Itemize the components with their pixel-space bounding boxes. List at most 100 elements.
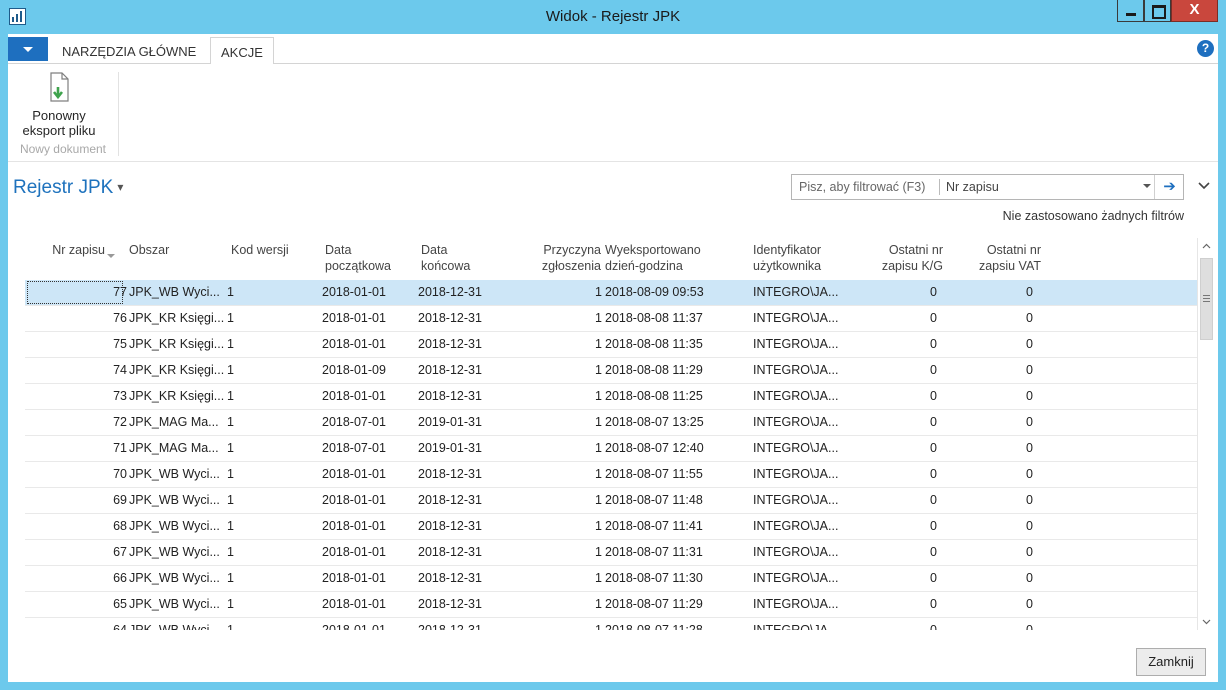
table-cell[interactable]: 2018-01-01 — [322, 337, 412, 351]
table-cell[interactable]: 64 — [45, 623, 127, 630]
table-cell[interactable]: 2018-01-01 — [322, 493, 412, 507]
table-cell[interactable]: 1 — [525, 493, 602, 507]
table-cell[interactable]: 1 — [525, 285, 602, 299]
table-cell[interactable]: 1 — [227, 441, 257, 455]
col-obszar-header[interactable]: Obszar — [129, 242, 229, 258]
table-cell[interactable]: 2018-08-07 12:40 — [605, 441, 735, 455]
table-cell[interactable]: 2018-01-01 — [322, 597, 412, 611]
minimize-button[interactable] — [1117, 0, 1144, 22]
table-cell[interactable]: 1 — [227, 311, 257, 325]
table-cell[interactable]: 2018-12-31 — [418, 467, 508, 481]
table-cell[interactable]: 0 — [865, 363, 937, 377]
table-cell[interactable]: 2018-08-07 11:31 — [605, 545, 735, 559]
table-cell[interactable]: 2018-08-08 11:29 — [605, 363, 735, 377]
arrow-right-icon[interactable]: ➔ — [1154, 175, 1184, 199]
table-row[interactable]: 70 JPK_WB Wyci... 1 2018-01-01 2018-12-31 1 20… — [25, 462, 1197, 488]
table-cell[interactable]: 2018-07-01 — [322, 415, 412, 429]
col-data-poczatkowa-header[interactable]: Data początkowa — [325, 242, 415, 274]
table-cell[interactable]: 2018-08-07 11:30 — [605, 571, 735, 585]
table-cell[interactable]: 1 — [227, 493, 257, 507]
col-identyfikator-header[interactable]: Identyfikator użytkownika — [753, 242, 863, 274]
table-cell[interactable]: 2018-12-31 — [418, 311, 508, 325]
col-nr-zapisu-header[interactable]: Nr zapisu — [47, 242, 105, 258]
table-cell[interactable]: 77 — [45, 285, 127, 299]
table-cell[interactable]: 1 — [525, 441, 602, 455]
table-cell[interactable]: 68 — [45, 519, 127, 533]
table-cell[interactable]: 1 — [227, 415, 257, 429]
table-cell[interactable]: JPK_WB Wyci... — [129, 467, 227, 481]
page-title[interactable]: Rejestr JPK ▾ — [13, 177, 123, 199]
table-cell[interactable]: 0 — [957, 571, 1033, 585]
table-cell[interactable]: JPK_KR Księgi... — [129, 311, 227, 325]
table-cell[interactable]: 2018-01-01 — [322, 545, 412, 559]
table-cell[interactable]: 66 — [45, 571, 127, 585]
table-cell[interactable]: 0 — [957, 311, 1033, 325]
table-cell[interactable]: 1 — [227, 285, 257, 299]
table-cell[interactable]: 75 — [45, 337, 127, 351]
table-cell[interactable]: 0 — [957, 623, 1033, 630]
application-menu-button[interactable] — [8, 37, 48, 61]
table-row[interactable]: 75 JPK_KR Księgi... 1 2018-01-01 2018-12-31 1… — [25, 332, 1197, 358]
table-cell[interactable]: 2018-01-09 — [322, 363, 412, 377]
table-cell[interactable]: 1 — [525, 571, 602, 585]
table-cell[interactable]: INTEGRO\JA... — [753, 311, 863, 325]
table-cell[interactable]: 2018-12-31 — [418, 545, 508, 559]
help-icon[interactable]: ? — [1197, 40, 1214, 57]
table-cell[interactable]: JPK_KR Księgi... — [129, 337, 227, 351]
table-cell[interactable]: 1 — [227, 467, 257, 481]
table-cell[interactable]: 72 — [45, 415, 127, 429]
filter-field-select[interactable]: Nr zapisu — [946, 180, 999, 194]
table-row[interactable]: 68 JPK_WB Wyci... 1 2018-01-01 2018-12-31 1 20… — [25, 514, 1197, 540]
table-cell[interactable]: 0 — [957, 441, 1033, 455]
table-cell[interactable]: 2018-12-31 — [418, 389, 508, 403]
table-cell[interactable]: 0 — [865, 337, 937, 351]
scrollbar-thumb[interactable] — [1200, 258, 1213, 340]
chevron-down-icon[interactable] — [1143, 184, 1151, 188]
table-cell[interactable]: 2018-08-07 13:25 — [605, 415, 735, 429]
table-cell[interactable]: 2018-01-01 — [322, 389, 412, 403]
col-data-koncowa-header[interactable]: Data końcowa — [421, 242, 511, 274]
scroll-down-icon[interactable] — [1202, 617, 1211, 626]
table-cell[interactable]: INTEGRO\JA... — [753, 415, 863, 429]
table-cell[interactable]: 74 — [45, 363, 127, 377]
table-row[interactable]: 64 JPK_WB Wyci... 1 2018-01-01 2018-12-31 1 20… — [25, 618, 1197, 630]
table-row[interactable]: 67 JPK_WB Wyci... 1 2018-01-01 2018-12-31 1 20… — [25, 540, 1197, 566]
table-cell[interactable]: JPK_MAG Ma... — [129, 415, 227, 429]
table-cell[interactable]: INTEGRO\JA... — [753, 389, 863, 403]
table-cell[interactable]: 0 — [865, 597, 937, 611]
table-row[interactable]: 65 JPK_WB Wyci... 1 2018-01-01 2018-12-31 1 20… — [25, 592, 1197, 618]
table-cell[interactable]: 2018-08-07 11:48 — [605, 493, 735, 507]
table-cell[interactable]: JPK_WB Wyci... — [129, 623, 227, 630]
table-cell[interactable]: INTEGRO\JA... — [753, 597, 863, 611]
table-cell[interactable]: 0 — [957, 415, 1033, 429]
table-row[interactable]: 66 JPK_WB Wyci... 1 2018-01-01 2018-12-31 1 20… — [25, 566, 1197, 592]
table-cell[interactable]: 1 — [525, 623, 602, 630]
table-cell[interactable]: 0 — [865, 389, 937, 403]
table-cell[interactable]: 2018-08-08 11:37 — [605, 311, 735, 325]
table-cell[interactable]: 2018-08-07 11:55 — [605, 467, 735, 481]
col-ostatni-kg-header[interactable]: Ostatni nr zapisu K/G — [865, 242, 943, 274]
close-button[interactable]: Zamknij — [1136, 648, 1206, 676]
table-cell[interactable]: 1 — [227, 519, 257, 533]
col-przyczyna-header[interactable]: Przyczyna zgłoszenia — [531, 242, 601, 274]
table-cell[interactable]: JPK_MAG Ma... — [129, 441, 227, 455]
collapse-chevron-icon[interactable] — [1198, 180, 1210, 192]
table-cell[interactable]: INTEGRO\JA... — [753, 545, 863, 559]
table-cell[interactable]: JPK_WB Wyci... — [129, 597, 227, 611]
table-cell[interactable]: INTEGRO\JA... — [753, 519, 863, 533]
table-cell[interactable]: 1 — [525, 415, 602, 429]
table-cell[interactable]: 0 — [957, 545, 1033, 559]
chevron-down-icon[interactable]: ▾ — [117, 180, 123, 194]
table-cell[interactable]: 1 — [525, 311, 602, 325]
table-cell[interactable]: 2018-12-31 — [418, 623, 508, 630]
table-cell[interactable]: 0 — [865, 441, 937, 455]
table-cell[interactable]: 1 — [227, 337, 257, 351]
table-cell[interactable]: INTEGRO\JA... — [753, 623, 863, 630]
table-cell[interactable]: 1 — [227, 571, 257, 585]
table-cell[interactable]: 1 — [525, 363, 602, 377]
table-row[interactable]: 71 JPK_MAG Ma... 1 2018-07-01 2019-01-31 1 201… — [25, 436, 1197, 462]
table-cell[interactable]: INTEGRO\JA... — [753, 363, 863, 377]
table-cell[interactable]: INTEGRO\JA... — [753, 285, 863, 299]
table-cell[interactable]: 1 — [525, 337, 602, 351]
table-cell[interactable]: 0 — [865, 467, 937, 481]
